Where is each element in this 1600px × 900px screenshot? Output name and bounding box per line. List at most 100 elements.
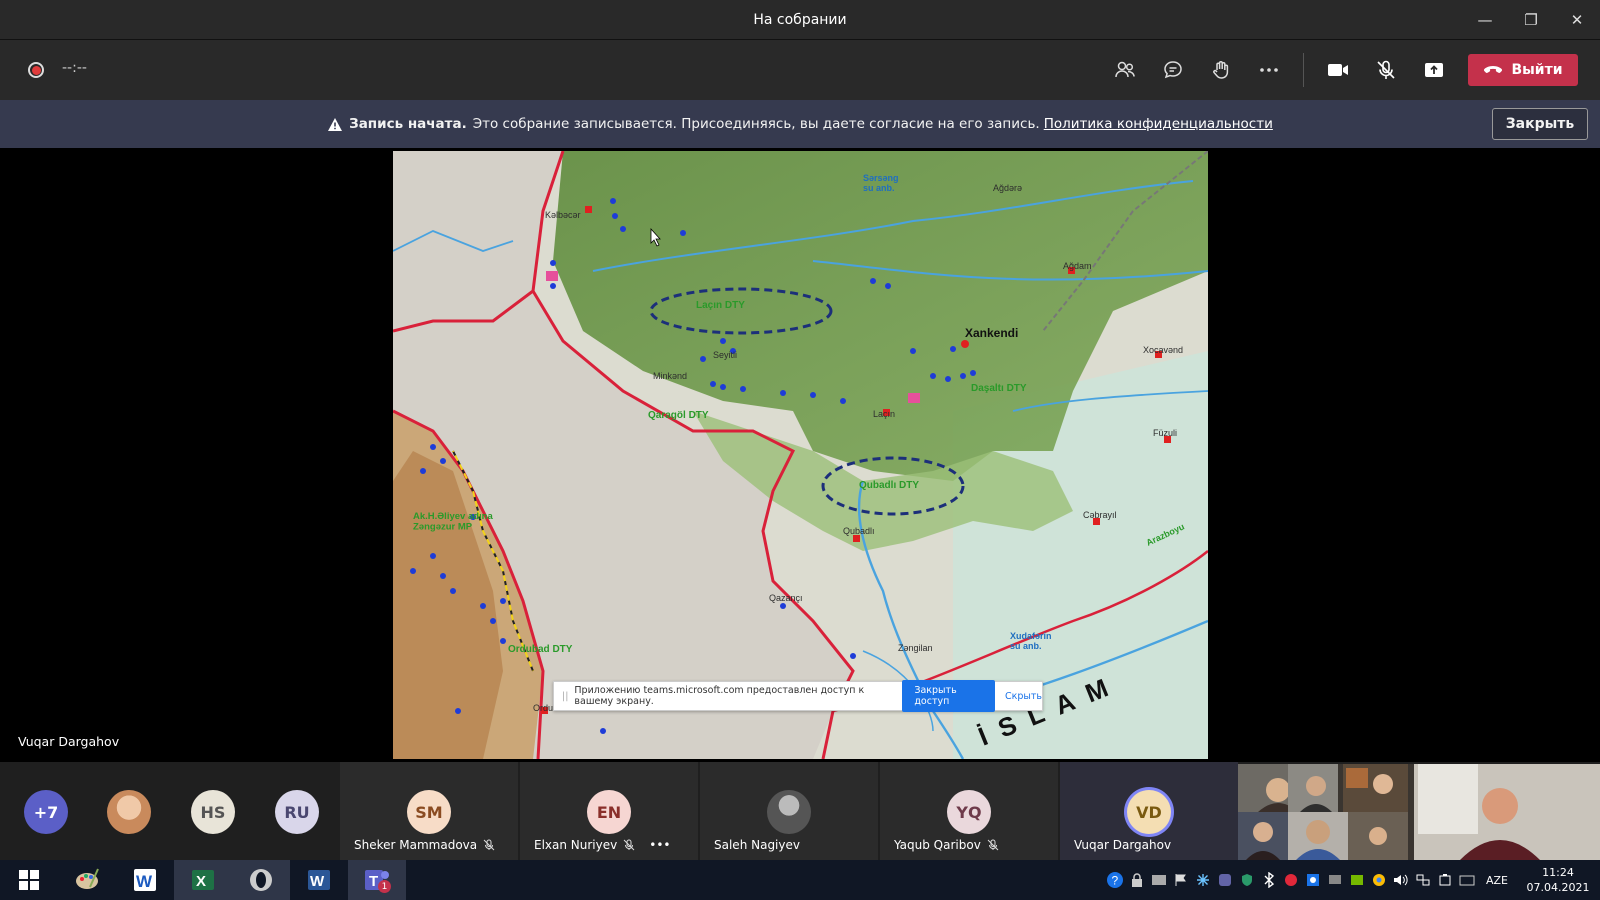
microphone-button[interactable]	[1362, 46, 1410, 94]
volume-icon[interactable]	[1390, 860, 1412, 900]
taskbar-paint[interactable]	[58, 860, 116, 900]
snowflake-icon[interactable]	[1192, 860, 1214, 900]
tile-sheker-mammadova[interactable]: SM Sheker Mammadova	[340, 762, 518, 860]
svg-text:W: W	[136, 872, 153, 891]
taskbar-word[interactable]: W	[290, 860, 348, 900]
system-clock[interactable]: 11:24 07.04.2021	[1516, 865, 1600, 895]
avatar-sm: SM	[407, 790, 451, 834]
tile-saleh-nagiyev[interactable]: Saleh Nagiyev	[700, 762, 878, 860]
paint-icon	[76, 868, 99, 889]
stop-sharing-button[interactable]: Закрыть доступ	[902, 680, 995, 712]
label-xankendi: Xankendi	[965, 326, 1018, 340]
mic-off-icon	[623, 839, 635, 851]
label-agdam: Ağdam	[1063, 261, 1092, 271]
screen-share-notice: || Приложению teams.microsoft.com предос…	[553, 680, 1043, 712]
label-lacin: Laçın	[873, 409, 895, 419]
hide-notice-button[interactable]: Скрыть	[1005, 691, 1042, 702]
share-tray-icon	[1425, 63, 1443, 77]
banner-title: Запись начата.	[349, 116, 467, 132]
more-actions-button[interactable]	[1245, 46, 1293, 94]
shared-screen-stage: Xankendi Laçın DTY Qubadlı DTY Qaragöl D…	[0, 148, 1600, 762]
participant-hs[interactable]: HS	[191, 762, 235, 860]
mic-off-icon	[987, 839, 999, 851]
overflow-count: +7	[24, 790, 68, 834]
drag-handle-icon[interactable]: ||	[562, 691, 568, 702]
app-tray-icon[interactable]	[1214, 860, 1236, 900]
close-window-button[interactable]: ✕	[1554, 0, 1600, 40]
window-titlebar: На собрании — ❐ ✕	[0, 0, 1600, 40]
start-button[interactable]	[0, 860, 58, 900]
help-icon[interactable]: ?	[1104, 860, 1126, 900]
label-kelbecer: Kəlbəcər	[545, 210, 581, 220]
more-options-icon[interactable]: •••	[649, 838, 670, 852]
tile-elxan-nuriyev[interactable]: EN Elxan Nuriyev •••	[520, 762, 698, 860]
video-gallery[interactable]	[1238, 764, 1600, 860]
chat-button[interactable]	[1149, 46, 1197, 94]
teams-notification-badge: 1	[378, 880, 391, 893]
outlook-icon[interactable]	[1302, 860, 1324, 900]
share-screen-button[interactable]	[1410, 46, 1458, 94]
toolbar-divider	[1303, 53, 1304, 87]
system-tray: ? AZE 11:24 07.04.2021	[1104, 860, 1600, 900]
network-icon[interactable]	[1412, 860, 1434, 900]
shield-icon[interactable]	[1236, 860, 1258, 900]
display-icon[interactable]	[1324, 860, 1346, 900]
recording-banner: Запись начата. Это собрание записывается…	[0, 100, 1600, 148]
share-notice-text: Приложению teams.microsoft.com предостав…	[574, 685, 865, 707]
taskbar-excel[interactable]: X	[174, 860, 232, 900]
label-lacin-dty: Laçın DTY	[696, 300, 745, 311]
label-seyitli: Seyitli	[713, 350, 737, 360]
svg-text:X: X	[196, 873, 206, 890]
chrome-icon[interactable]	[1368, 860, 1390, 900]
more-icon	[1260, 68, 1278, 72]
participant-name: Elxan Nuriyev	[534, 838, 618, 852]
taskbar-opera[interactable]	[232, 860, 290, 900]
opera-tray-icon[interactable]	[1280, 860, 1302, 900]
minimize-button[interactable]: —	[1462, 0, 1508, 40]
raise-hand-icon	[1213, 61, 1229, 79]
avatar-hs: HS	[191, 790, 235, 834]
participant-photo-1[interactable]	[107, 762, 151, 860]
taskbar-teams[interactable]: T 1	[348, 860, 406, 900]
label-agdere: Ağdərə	[993, 183, 1022, 193]
network-adapter-icon[interactable]	[1148, 860, 1170, 900]
taskbar-word-2010[interactable]: W	[116, 860, 174, 900]
label-qubadli: Qubadlı	[843, 526, 875, 536]
keyboard-icon[interactable]	[1456, 860, 1478, 900]
avatar-photo	[767, 790, 811, 834]
svg-text:?: ?	[1111, 874, 1118, 888]
participant-name: Yaqub Qaribov	[894, 838, 981, 852]
tile-vuqar-dargahov[interactable]: VD Vuqar Dargahov	[1060, 762, 1238, 860]
leave-label: Выйти	[1511, 62, 1563, 78]
meeting-toolbar: --:-- Выйти	[0, 40, 1600, 100]
shared-map: Xankendi Laçın DTY Qubadlı DTY Qaragöl D…	[393, 151, 1208, 759]
banner-close-button[interactable]: Закрыть	[1492, 108, 1588, 140]
input-language[interactable]: AZE	[1486, 874, 1508, 887]
warning-icon	[328, 117, 343, 131]
svg-text:W: W	[310, 873, 325, 890]
leave-button[interactable]: Выйти	[1468, 54, 1578, 86]
reactions-button[interactable]	[1197, 46, 1245, 94]
flag-icon[interactable]	[1170, 860, 1192, 900]
window-title: На собрании	[753, 11, 847, 28]
participants-button[interactable]	[1101, 46, 1149, 94]
presenter-name: Vuqar Dargahov	[18, 734, 120, 749]
label-qaragol-dty: Qaragöl DTY	[648, 410, 709, 421]
privacy-policy-link[interactable]: Политика конфиденциальности	[1044, 116, 1273, 132]
label-minkend: Minkənd	[653, 371, 687, 381]
label-cebrayil: Cəbrayıl	[1083, 510, 1117, 520]
avatar-en: EN	[587, 790, 631, 834]
bluetooth-icon[interactable]	[1258, 860, 1280, 900]
lock-icon[interactable]	[1126, 860, 1148, 900]
participant-name: Sheker Mammadova	[354, 838, 478, 852]
camera-button[interactable]	[1314, 46, 1362, 94]
power-icon[interactable]	[1434, 860, 1456, 900]
excel-icon: X	[192, 870, 214, 890]
nvidia-icon[interactable]	[1346, 860, 1368, 900]
participant-ru[interactable]: RU	[275, 762, 319, 860]
overflow-participants[interactable]: +7	[24, 762, 68, 860]
restore-button[interactable]: ❐	[1508, 0, 1554, 40]
tile-yaqub-qaribov[interactable]: YQ Yaqub Qaribov	[880, 762, 1058, 860]
meeting-timer: --:--	[62, 60, 87, 76]
mic-off-icon	[1377, 60, 1395, 79]
